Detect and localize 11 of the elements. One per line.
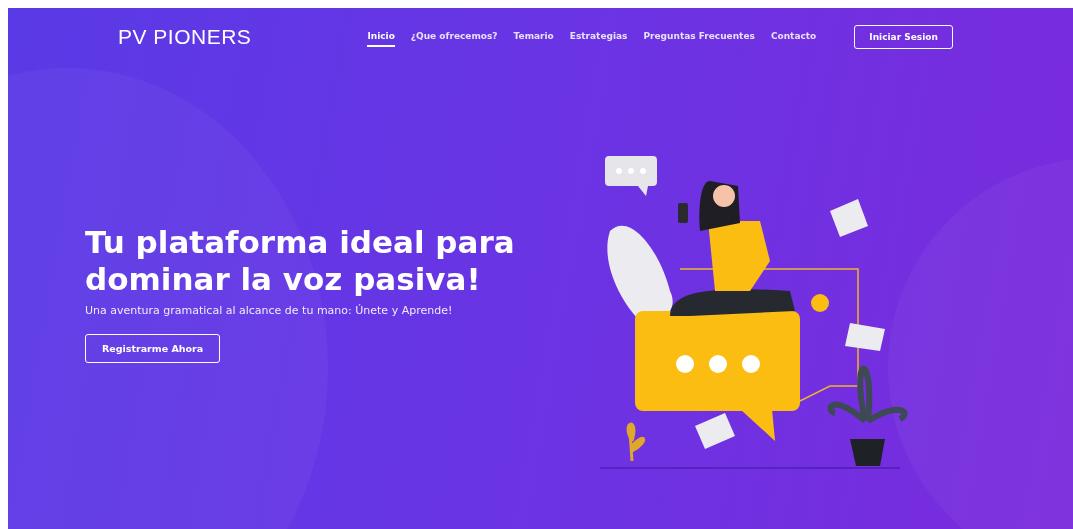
nav-link[interactable]: Contacto bbox=[770, 27, 817, 47]
nav-link[interactable]: ¿Que ofrecemos? bbox=[410, 27, 498, 47]
nav-link[interactable]: Temario bbox=[513, 27, 554, 47]
hero-heading: Tu plataforma ideal para dominar la voz pasiva! bbox=[85, 224, 516, 299]
nav-link[interactable]: Estrategias bbox=[569, 27, 628, 47]
nav-link[interactable]: Preguntas Frecuentes bbox=[643, 27, 755, 47]
brand-logo[interactable]: PV PIONERS bbox=[118, 25, 252, 49]
register-button[interactable]: Registrarme Ahora bbox=[85, 334, 221, 364]
nav-link[interactable]: Inicio bbox=[367, 27, 395, 47]
hero-subtitle: Una aventura gramatical al alcance de tu mano: Únete y Aprende! bbox=[85, 304, 454, 318]
login-button[interactable]: Iniciar Sesion bbox=[854, 25, 953, 49]
